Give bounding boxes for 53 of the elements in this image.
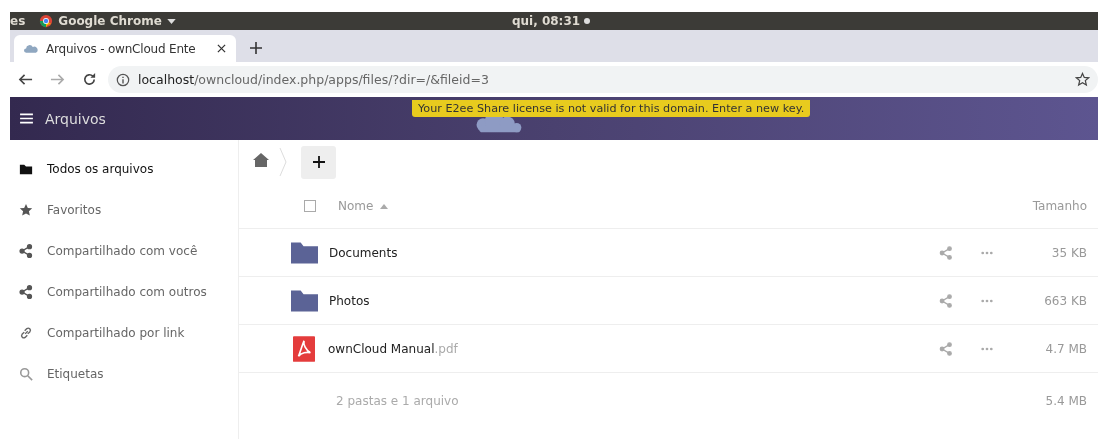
folder-icon: [291, 289, 318, 312]
file-size: 35 KB: [1050, 245, 1088, 260]
sidebar-item[interactable]: Compartilhado com outros: [10, 271, 238, 312]
sidebar-item[interactable]: Compartilhado por link: [10, 312, 238, 353]
share-icon: [19, 284, 33, 299]
file-name[interactable]: Documents: [329, 245, 939, 260]
summary-text: 2 pastas e 1 arquivo: [336, 394, 460, 408]
sidebar-item[interactable]: Compartilhado com você: [10, 230, 238, 271]
folder-icon: [291, 241, 318, 264]
file-size: 4.7 MB: [1044, 341, 1088, 356]
star-icon[interactable]: [1075, 72, 1090, 87]
breadcrumb-chevron-icon: [279, 148, 287, 176]
clock-label[interactable]: qui, 08:31: [511, 14, 581, 28]
more-icon[interactable]: [981, 298, 993, 303]
home-icon[interactable]: [253, 153, 269, 167]
star-icon: [19, 202, 33, 217]
select-all-checkbox[interactable]: [304, 200, 316, 212]
more-icon[interactable]: [981, 346, 993, 351]
sidebar-item[interactable]: Favoritos: [10, 189, 238, 230]
plus-icon: [312, 156, 325, 168]
status-dot-icon: [584, 18, 591, 24]
share-icon[interactable]: [939, 293, 953, 308]
new-button[interactable]: [301, 145, 336, 179]
browser-tab[interactable]: Arquivos - ownCloud Ente: [14, 35, 236, 62]
sort-up-icon: [380, 203, 389, 209]
info-icon: [116, 72, 130, 87]
search-icon: [19, 366, 33, 381]
forward-icon[interactable]: [50, 72, 65, 87]
license-notification: Your E2ee Share license is not valid for this domain. Enter a new key.: [412, 100, 811, 117]
file-name[interactable]: Photos: [329, 293, 939, 308]
app-menu[interactable]: Google Chrome: [39, 14, 176, 28]
sidebar-item[interactable]: Etiquetas: [10, 353, 238, 394]
address-field[interactable]: localhost/owncloud/index.php/apps/files/?dir=/&fileid=3: [108, 66, 1098, 93]
activities-label[interactable]: es: [10, 14, 26, 28]
menu-icon: [20, 113, 33, 124]
file-size: 663 KB: [1043, 293, 1088, 308]
share-icon[interactable]: [939, 341, 953, 356]
close-icon[interactable]: [217, 44, 226, 53]
more-icon[interactable]: [981, 250, 993, 255]
pdf-icon: [293, 335, 315, 362]
caret-icon: [166, 18, 176, 24]
app-menu-toggle[interactable]: Arquivos: [10, 110, 106, 127]
link-icon: [19, 325, 33, 340]
cloud-icon: [24, 44, 38, 53]
total-size: 5.4 MB: [1044, 394, 1088, 408]
chrome-icon: [39, 14, 54, 28]
share-icon[interactable]: [939, 245, 953, 260]
new-tab-icon[interactable]: [250, 42, 262, 54]
sidebar-item[interactable]: Todos os arquivos: [10, 148, 238, 189]
file-name[interactable]: ownCloud Manual.pdf: [328, 341, 939, 356]
back-icon[interactable]: [18, 72, 33, 87]
share-icon: [19, 243, 33, 258]
reload-icon[interactable]: [82, 72, 97, 87]
